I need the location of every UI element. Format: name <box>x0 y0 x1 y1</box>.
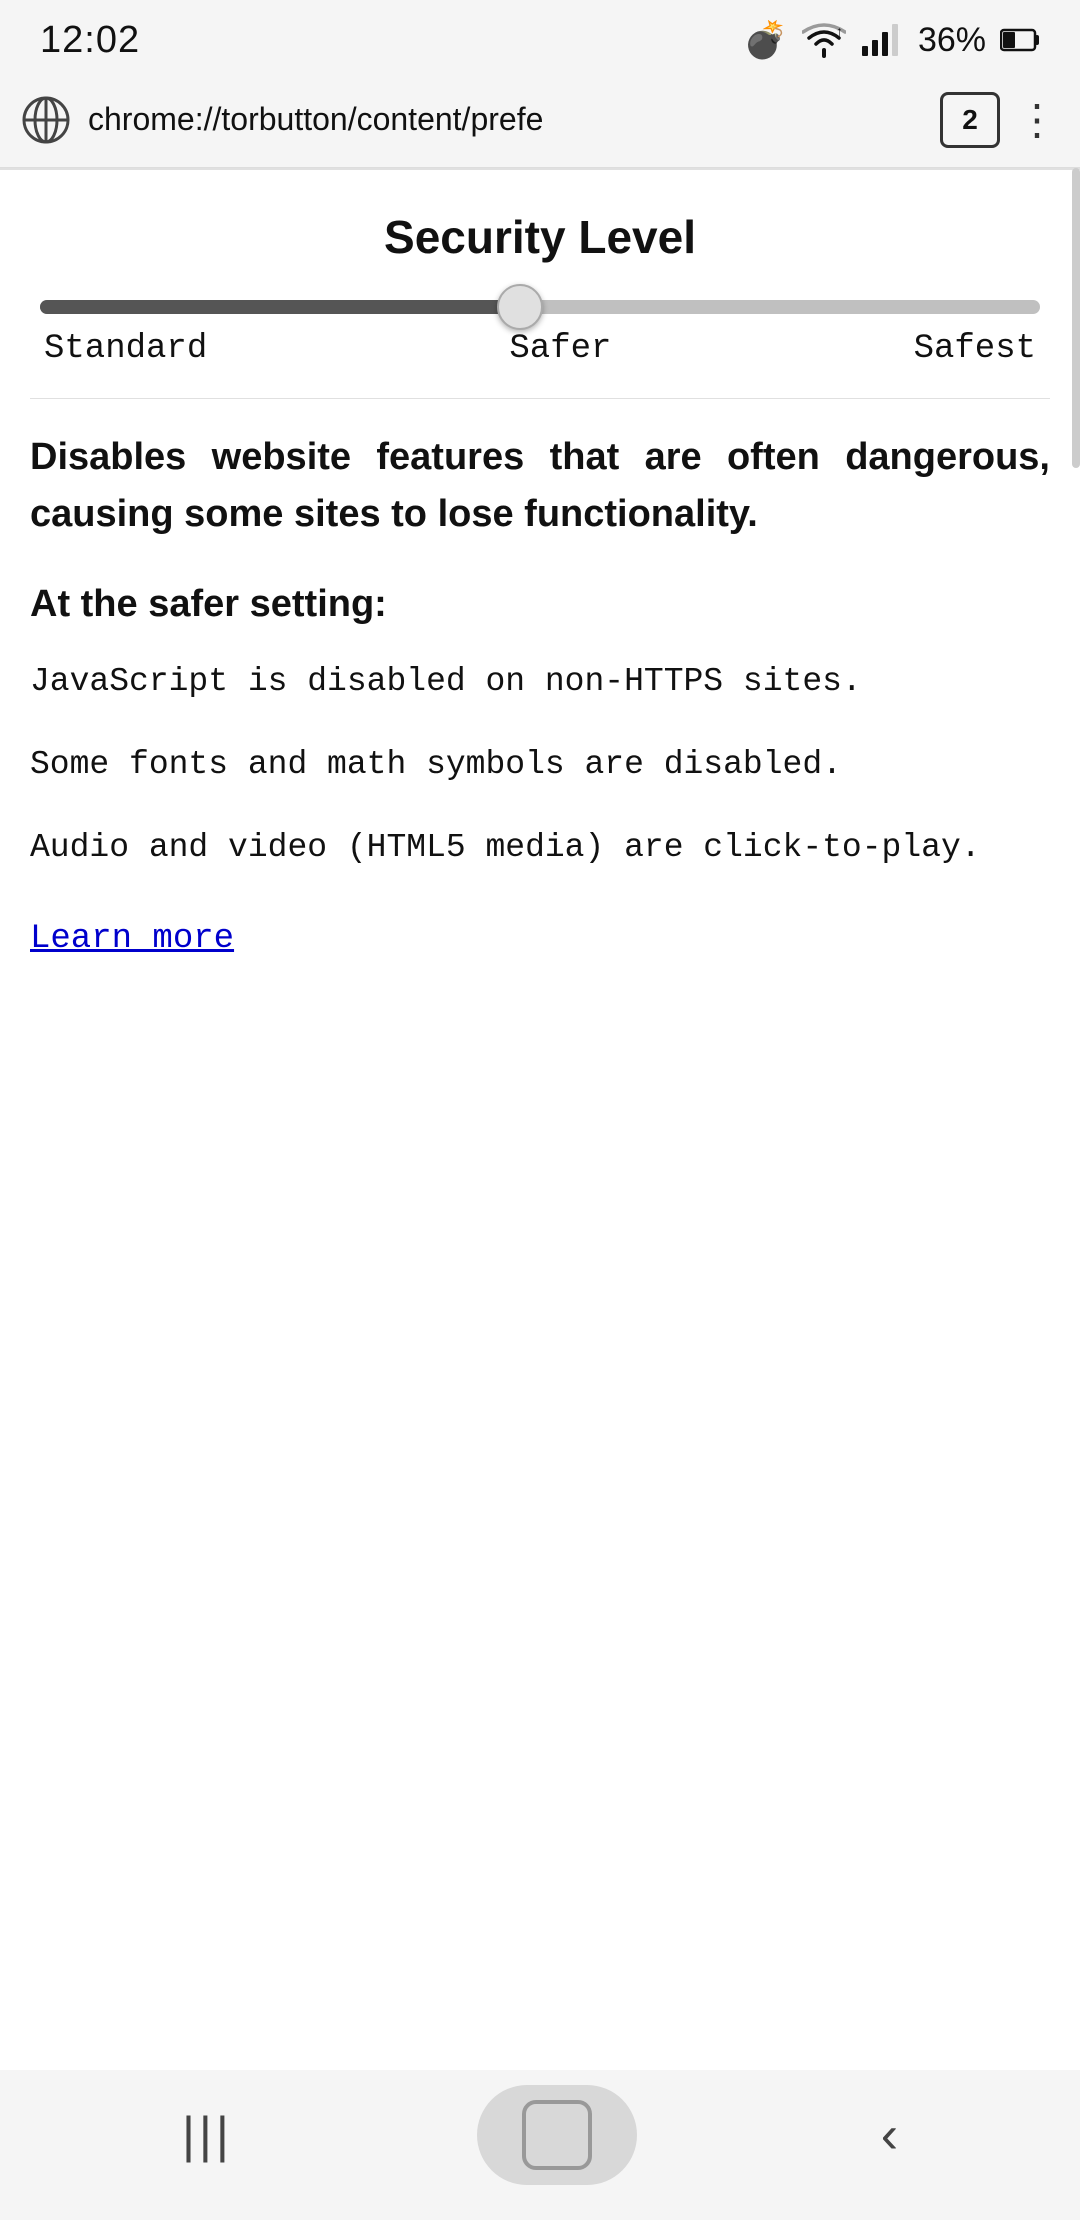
battery-icon <box>1000 26 1040 54</box>
safer-setting-heading: At the safer setting: <box>30 583 1050 626</box>
slider-label-standard: Standard <box>44 330 207 368</box>
signal-icon <box>860 22 904 58</box>
recent-apps-icon: ||| <box>182 2106 233 2164</box>
bullet-fonts: Some fonts and math symbols are disabled… <box>30 739 1050 792</box>
tab-count-badge[interactable]: 2 <box>940 92 1000 148</box>
globe-icon <box>20 94 72 146</box>
back-icon: ‹ <box>881 2105 898 2165</box>
wifi-icon: ↑ <box>802 22 846 58</box>
status-icons: 💣 ↑ 36% <box>743 19 1040 61</box>
battery-percent: 36% <box>918 21 986 60</box>
main-content: Security Level Standard Safer Safest Dis… <box>0 170 1080 988</box>
divider-1 <box>30 398 1050 399</box>
page-title: Security Level <box>30 210 1050 264</box>
bottom-nav: ||| ‹ <box>0 2070 1080 2220</box>
bullet-media: Audio and video (HTML5 media) are click-… <box>30 822 1050 875</box>
bomb-icon: 💣 <box>743 19 788 61</box>
scroll-indicator <box>1072 168 1080 468</box>
bullet-javascript: JavaScript is disabled on non-HTTPS site… <box>30 656 1050 709</box>
home-button[interactable] <box>477 2085 637 2185</box>
browser-nav-bar: chrome://torbutton/content/prefe 2 ⋮ <box>0 72 1080 168</box>
slider-labels: Standard Safer Safest <box>40 330 1040 368</box>
slider-label-safer: Safer <box>509 330 611 368</box>
svg-text:↑: ↑ <box>836 23 843 39</box>
learn-more-link[interactable]: Learn more <box>30 920 234 958</box>
status-bar: 12:02 💣 ↑ 36% <box>0 0 1080 72</box>
slider-track[interactable] <box>40 300 1040 314</box>
home-icon <box>522 2100 592 2170</box>
description-bold: Disables website features that are often… <box>30 429 1050 543</box>
slider-fill <box>40 300 520 314</box>
slider-label-safest: Safest <box>914 330 1036 368</box>
recent-apps-button[interactable]: ||| <box>182 2106 233 2164</box>
back-button[interactable]: ‹ <box>881 2105 898 2165</box>
more-menu-icon[interactable]: ⋮ <box>1016 95 1060 144</box>
security-level-slider-container: Standard Safer Safest <box>30 300 1050 368</box>
status-time: 12:02 <box>40 19 140 62</box>
url-bar[interactable]: chrome://torbutton/content/prefe <box>88 101 924 138</box>
slider-thumb[interactable] <box>497 284 543 330</box>
